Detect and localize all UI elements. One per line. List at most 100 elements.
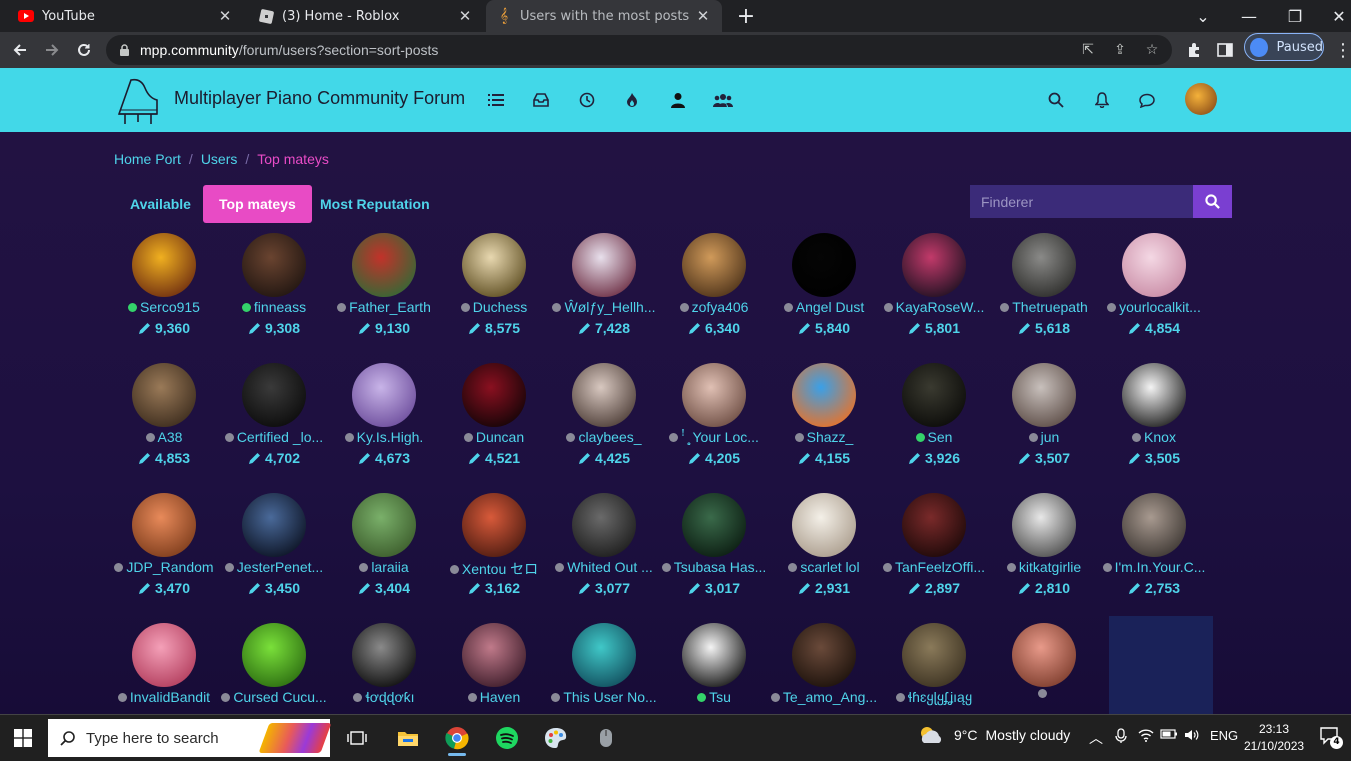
- piano-logo-icon[interactable]: [115, 74, 161, 126]
- chrome-icon[interactable]: [437, 719, 477, 757]
- user-card[interactable]: Tsubasa Has... 3,017: [659, 493, 769, 613]
- user-name[interactable]: Haven: [480, 689, 520, 705]
- user-avatar[interactable]: [462, 623, 526, 687]
- user-card[interactable]: kitkatgirlie 2,810: [989, 493, 1099, 613]
- user-name-row[interactable]: JDP_Random: [109, 559, 219, 575]
- user-card[interactable]: Angel Dust 5,840: [769, 233, 879, 353]
- tab-available[interactable]: Available: [114, 185, 207, 223]
- user-avatar[interactable]: [462, 493, 526, 557]
- weather-widget[interactable]: 9°C Mostly cloudy: [916, 725, 1070, 745]
- user-avatar[interactable]: [902, 493, 966, 557]
- user-avatar[interactable]: [1012, 623, 1076, 687]
- user-card[interactable]: Sen 3,926: [879, 363, 989, 483]
- user-name-row[interactable]: Tsu: [659, 689, 769, 705]
- user-name-row[interactable]: Duchess: [439, 299, 549, 315]
- user-card[interactable]: [989, 623, 1099, 714]
- user-name[interactable]: Father_Earth: [349, 299, 431, 315]
- tab-roblox[interactable]: (3) Home - Roblox ✕: [248, 0, 484, 32]
- user-card[interactable]: claybees_ 4,425: [549, 363, 659, 483]
- bookmark-star-icon[interactable]: ☆: [1142, 40, 1162, 60]
- user-avatar[interactable]: [462, 363, 526, 427]
- show-hidden-icons-chevron-icon[interactable]: ︿: [1089, 728, 1103, 748]
- user-avatar[interactable]: [682, 233, 746, 297]
- paint-icon[interactable]: [536, 719, 576, 757]
- user-name-row[interactable]: claybees_: [549, 429, 659, 445]
- task-view-icon[interactable]: [337, 719, 377, 757]
- user-card[interactable]: jun 3,507: [989, 363, 1099, 483]
- spotify-icon[interactable]: [487, 719, 527, 757]
- user-name-row[interactable]: Cursed Cucu...: [219, 689, 329, 705]
- user-name-row[interactable]: Serco915: [109, 299, 219, 315]
- user-avatar[interactable]: [1012, 233, 1076, 297]
- user-avatar[interactable]: [242, 493, 306, 557]
- user-name[interactable]: KayaRoseW...: [896, 299, 985, 315]
- file-explorer-icon[interactable]: [388, 719, 428, 757]
- user-name[interactable]: Certified _lo...: [237, 429, 323, 445]
- close-tab-icon[interactable]: ✕: [694, 7, 712, 25]
- user-name[interactable]: Ky.Is.High.: [357, 429, 424, 445]
- user-name[interactable]: finneass: [254, 299, 306, 315]
- inbox-icon[interactable]: [531, 90, 551, 110]
- tab-mpp-active[interactable]: 𝄞 Users with the most posts | mpp ✕: [486, 0, 722, 32]
- user-name-row[interactable]: Sen: [879, 429, 989, 445]
- user-card[interactable]: This User No...: [549, 623, 659, 714]
- user-card[interactable]: JDP_Random 3,470: [109, 493, 219, 613]
- user-avatar[interactable]: [572, 363, 636, 427]
- tab-top-mateys[interactable]: Top mateys: [203, 185, 312, 223]
- user-card[interactable]: Certified _lo... 4,702: [219, 363, 329, 483]
- tab-most-reputation[interactable]: Most Reputation: [304, 185, 446, 223]
- close-window-button[interactable]: ✕: [1316, 0, 1351, 32]
- close-tab-icon[interactable]: ✕: [216, 7, 234, 25]
- user-name-row[interactable]: kitkatgirlie: [989, 559, 1099, 575]
- user-name[interactable]: JDP_Random: [126, 559, 213, 575]
- user-name[interactable]: Tsu: [709, 689, 731, 705]
- user-name-row[interactable]: scarlet lol: [769, 559, 879, 575]
- user-avatar[interactable]: [1122, 363, 1186, 427]
- user-card[interactable]: KayaRoseW... 5,801: [879, 233, 989, 353]
- user-avatar[interactable]: [792, 233, 856, 297]
- system-clock[interactable]: 23:13 21/10/2023: [1244, 721, 1304, 755]
- user-avatar[interactable]: [462, 233, 526, 297]
- maximize-button[interactable]: ❐: [1272, 0, 1318, 32]
- user-name-row[interactable]: Thetruepath: [989, 299, 1099, 315]
- user-card[interactable]: Whited Out ... 3,077: [549, 493, 659, 613]
- user-card[interactable]: yourlocalkit... 4,854: [1099, 233, 1209, 353]
- tab-search-icon[interactable]: ⌄: [1180, 0, 1226, 32]
- user-name-row[interactable]: Xentou セロ: [439, 559, 549, 579]
- user-name-row[interactable]: InvalidBandit: [109, 689, 219, 705]
- forum-brand[interactable]: Multiplayer Piano Community Forum: [174, 88, 465, 109]
- user-name-row[interactable]: KayaRoseW...: [879, 299, 989, 315]
- extensions-icon[interactable]: [1180, 36, 1208, 64]
- user-name[interactable]: Thetruepath: [1012, 299, 1088, 315]
- user-name[interactable]: InvalidBandit: [130, 689, 210, 705]
- mouse-app-icon[interactable]: [586, 719, 626, 757]
- user-name[interactable]: Te_amo_Ang...: [783, 689, 877, 705]
- user-card[interactable]: I'm.In.Your.C... 2,753: [1099, 493, 1209, 613]
- user-name[interactable]: claybees_: [578, 429, 641, 445]
- user-avatar[interactable]: [352, 233, 416, 297]
- user-name[interactable]: Shazz_: [807, 429, 854, 445]
- user-card[interactable]: laraiia 3,404: [329, 493, 439, 613]
- breadcrumb-home[interactable]: Home Port: [114, 151, 181, 167]
- user-card[interactable]: scarlet lol 2,931: [769, 493, 879, 613]
- lock-icon[interactable]: [114, 40, 134, 60]
- user-name-row[interactable]: JesterPenet...: [219, 559, 329, 575]
- user-name[interactable]: Sen: [928, 429, 953, 445]
- user-card[interactable]: Ŵølƒy_Hellh... 7,428: [549, 233, 659, 353]
- user-name-row[interactable]: ɬơɖɖơƙı: [329, 689, 439, 705]
- user-avatar[interactable]: [352, 363, 416, 427]
- user-name-row[interactable]: finneass: [219, 299, 329, 315]
- user-name[interactable]: yourlocalkit...: [1119, 299, 1201, 315]
- user-name[interactable]: Angel Dust: [796, 299, 864, 315]
- new-tab-button[interactable]: +: [730, 0, 762, 32]
- user-avatar[interactable]: [1122, 233, 1186, 297]
- user-name[interactable]: scarlet lol: [800, 559, 859, 575]
- popular-fire-icon[interactable]: [622, 90, 642, 110]
- user-avatar[interactable]: [902, 363, 966, 427]
- user-card[interactable]: Haven: [439, 623, 549, 714]
- open-in-app-icon[interactable]: ⇱: [1078, 40, 1098, 60]
- user-name[interactable]: Tsubasa Has...: [674, 559, 767, 575]
- user-name[interactable]: Whited Out ...: [567, 559, 653, 575]
- user-name-row[interactable]: Whited Out ...: [549, 559, 659, 575]
- breadcrumb-users[interactable]: Users: [201, 151, 238, 167]
